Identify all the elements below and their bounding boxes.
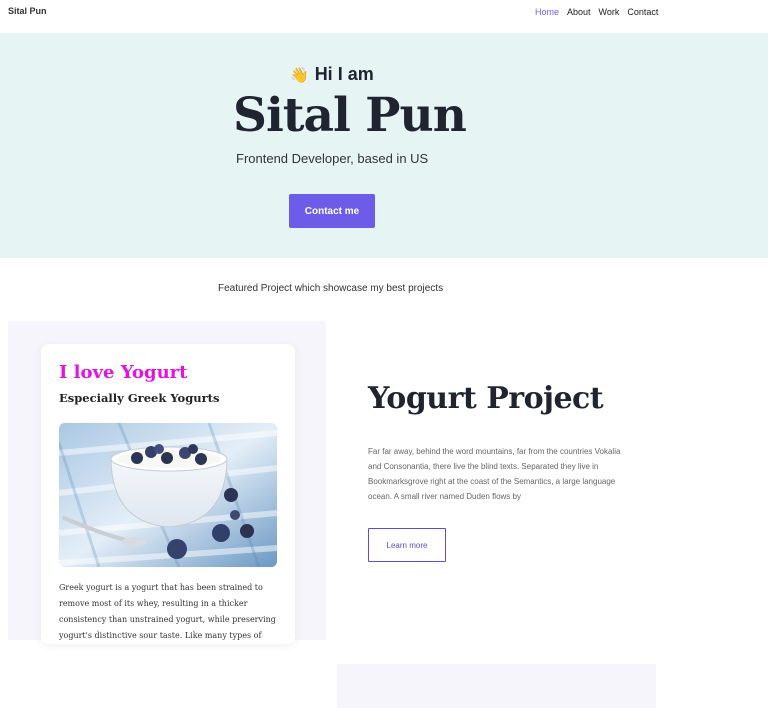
nav-links: Home About Work Contact xyxy=(535,7,658,17)
brand-logo[interactable]: Sital Pun xyxy=(8,6,47,16)
yogurt-bowl-illustration xyxy=(59,423,277,567)
nav-link-contact[interactable]: Contact xyxy=(627,7,658,17)
hero-name: Sital Pun xyxy=(233,88,467,143)
card-description: Greek yogurt is a yogurt that has been s… xyxy=(59,583,276,640)
hero-greeting: 👋 Hi I am xyxy=(290,64,374,85)
contact-me-button[interactable]: Contact me xyxy=(289,194,375,228)
featured-intro: Featured Project which showcase my best … xyxy=(218,283,444,294)
next-project-panel xyxy=(337,664,656,708)
card-title: I love Yogurt xyxy=(59,362,188,383)
greeting-text: Hi I am xyxy=(314,64,374,84)
hero-section: 👋 Hi I am Sital Pun Frontend Developer, … xyxy=(0,33,768,258)
waving-hand-icon: 👋 xyxy=(290,66,309,84)
learn-more-button[interactable]: Learn more xyxy=(368,528,446,562)
hero-role: Frontend Developer, based in US xyxy=(236,151,429,166)
nav-link-home[interactable]: Home xyxy=(535,7,559,17)
card-subtitle: Especially Greek Yogurts xyxy=(59,391,220,405)
project-title: Yogurt Project xyxy=(368,381,604,416)
project-description: Far far away, behind the word mountains,… xyxy=(368,447,621,501)
project-preview-card: I love Yogurt Especially Greek Yogurts G… xyxy=(41,344,295,644)
nav-link-about[interactable]: About xyxy=(567,7,591,17)
yogurt-image xyxy=(59,423,277,567)
top-nav: Sital Pun Home About Work Contact xyxy=(0,0,768,32)
nav-link-work[interactable]: Work xyxy=(599,7,620,17)
